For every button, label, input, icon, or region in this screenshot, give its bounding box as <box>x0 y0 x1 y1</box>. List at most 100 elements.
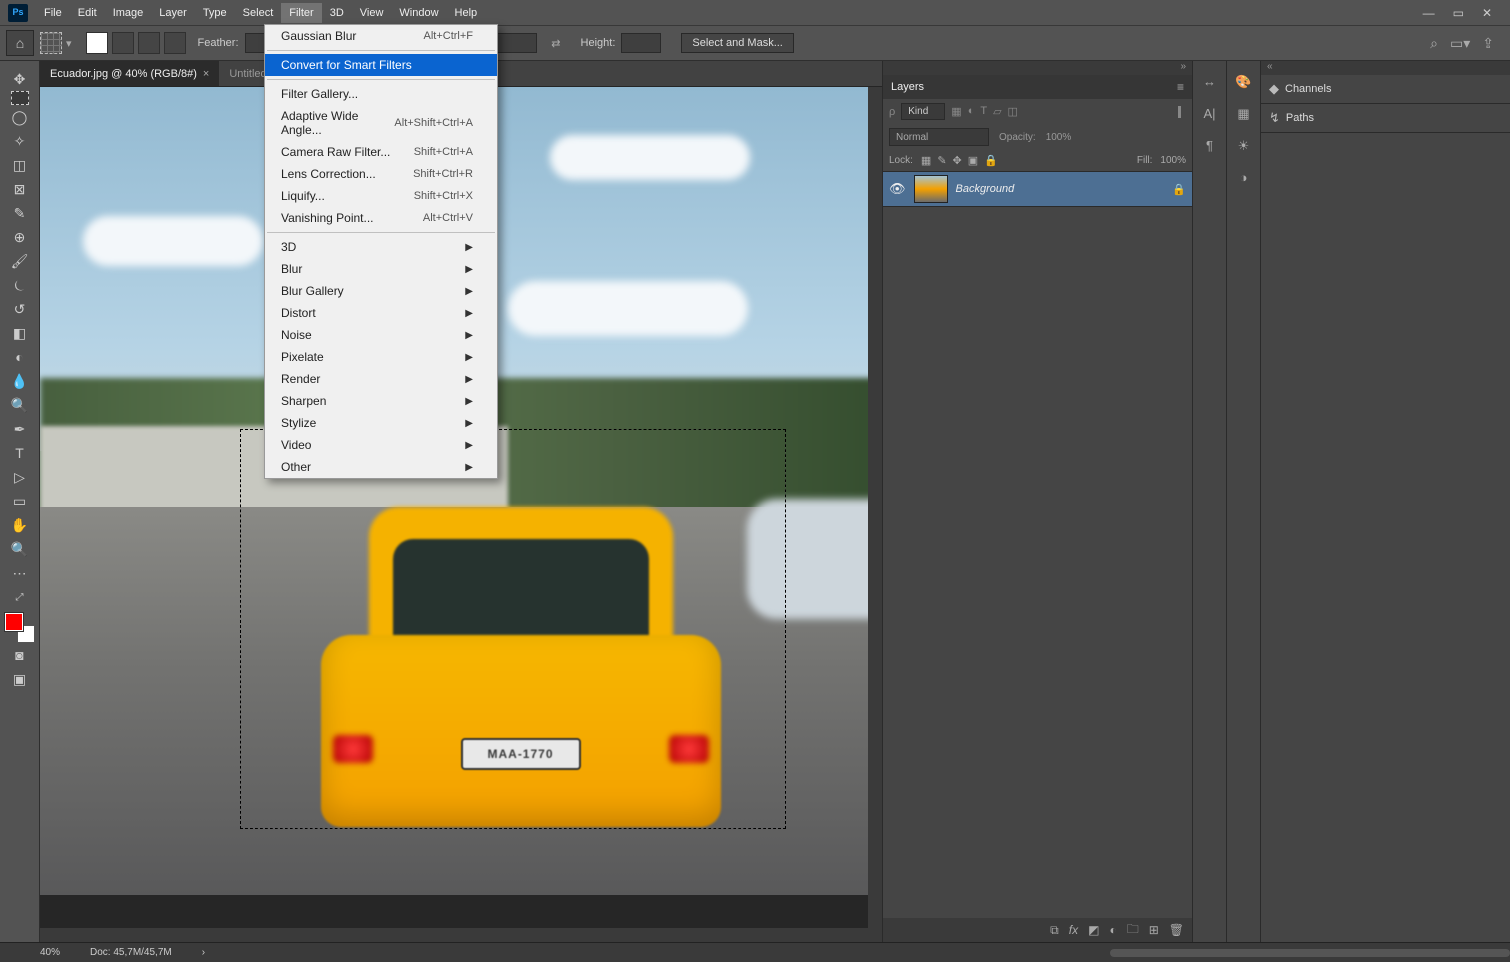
visibility-icon[interactable]: 👁 <box>889 181 906 197</box>
lock-position-icon[interactable]: ✥ <box>953 154 962 167</box>
menu-item-blur-gallery[interactable]: Blur Gallery▶ <box>265 280 497 302</box>
filter-shape-icon[interactable]: ▱ <box>993 105 1001 118</box>
selection-subtract-icon[interactable] <box>138 32 160 54</box>
magic-wand-tool[interactable]: ✧ <box>5 129 35 153</box>
menu-item-adaptive-wide-angle[interactable]: Adaptive Wide Angle...Alt+Shift+Ctrl+A <box>265 105 497 141</box>
selection-new-icon[interactable] <box>86 32 108 54</box>
mask-icon[interactable]: ◩ <box>1088 923 1099 937</box>
close-tab-icon[interactable]: × <box>203 68 209 80</box>
lock-icon[interactable]: 🔒 <box>984 154 998 167</box>
lock-pixels-icon[interactable]: ✎ <box>937 154 946 167</box>
selection-add-icon[interactable] <box>112 32 134 54</box>
menu-window[interactable]: Window <box>391 3 446 23</box>
pen-tool[interactable]: ✒ <box>5 417 35 441</box>
screenmode-tool[interactable]: ▣ <box>5 667 35 691</box>
zoom-level[interactable]: 40% <box>40 947 60 958</box>
fx-icon[interactable]: fx <box>1069 923 1078 937</box>
menu-file[interactable]: File <box>36 3 70 23</box>
swap-colors-icon[interactable]: ⤢ <box>5 585 35 609</box>
status-arrow-icon[interactable]: › <box>202 947 205 958</box>
filter-kind-select[interactable]: Kind <box>901 103 945 120</box>
maximize-button[interactable]: ▭ <box>1453 6 1464 20</box>
history-brush-tool[interactable]: ↺ <box>5 297 35 321</box>
gradient-tool[interactable]: ◐ <box>5 345 35 369</box>
more-tools[interactable]: ⋯ <box>5 561 35 585</box>
channels-tab[interactable]: ◆ Channels <box>1261 75 1510 103</box>
group-icon[interactable]: 🗀 <box>1127 920 1139 941</box>
menu-item-stylize[interactable]: Stylize▶ <box>265 412 497 434</box>
swatches-icon[interactable]: ▦ <box>1233 103 1255 125</box>
dropdown-caret-icon[interactable]: ▾ <box>66 37 72 50</box>
menu-item-distort[interactable]: Distort▶ <box>265 302 497 324</box>
swap-icon[interactable]: ⇄ <box>551 37 560 50</box>
menu-3d[interactable]: 3D <box>322 3 352 23</box>
color-icon[interactable]: 🎨 <box>1233 71 1255 93</box>
character-icon[interactable]: A| <box>1199 103 1221 125</box>
properties-icon[interactable]: ↔ <box>1199 71 1221 93</box>
menu-item-video[interactable]: Video▶ <box>265 434 497 456</box>
foreground-color[interactable] <box>5 613 23 631</box>
select-and-mask-button[interactable]: Select and Mask... <box>681 33 794 53</box>
minimize-button[interactable]: — <box>1423 6 1435 20</box>
height-input[interactable] <box>621 33 661 53</box>
filter-smart-icon[interactable]: ◫ <box>1008 105 1018 118</box>
eyedropper-tool[interactable]: ✎ <box>5 201 35 225</box>
adjustment-icon[interactable]: ◐ <box>1109 923 1116 937</box>
marquee-rect-icon[interactable] <box>40 32 62 54</box>
menu-item-blur[interactable]: Blur▶ <box>265 258 497 280</box>
workspace-icon[interactable]: ▭▾ <box>1450 35 1470 52</box>
menu-item-camera-raw-filter[interactable]: Camera Raw Filter...Shift+Ctrl+A <box>265 141 497 163</box>
tab-active[interactable]: Ecuador.jpg @ 40% (RGB/8#) × <box>40 61 219 86</box>
menu-item-sharpen[interactable]: Sharpen▶ <box>265 390 497 412</box>
healing-tool[interactable]: ⊕ <box>5 225 35 249</box>
crop-tool[interactable]: ◫ <box>5 153 35 177</box>
menu-filter[interactable]: Filter <box>281 3 321 23</box>
menu-image[interactable]: Image <box>105 3 152 23</box>
close-button[interactable]: ✕ <box>1482 6 1492 20</box>
menu-select[interactable]: Select <box>235 3 282 23</box>
lasso-tool[interactable]: ◯ <box>5 105 35 129</box>
zoom-tool[interactable]: 🔍 <box>5 537 35 561</box>
layer-row-background[interactable]: 👁 Background 🔒 <box>883 171 1192 207</box>
menu-item-noise[interactable]: Noise▶ <box>265 324 497 346</box>
selection-intersect-icon[interactable] <box>164 32 186 54</box>
blur-tool[interactable]: 💧 <box>5 369 35 393</box>
shape-tool[interactable]: ▭ <box>5 489 35 513</box>
adjustments-icon[interactable]: ☀ <box>1233 135 1255 157</box>
menu-item-lens-correction[interactable]: Lens Correction...Shift+Ctrl+R <box>265 163 497 185</box>
status-scroll[interactable] <box>1110 949 1510 957</box>
menu-item-3d[interactable]: 3D▶ <box>265 236 497 258</box>
fill-value[interactable]: 100% <box>1160 155 1186 166</box>
share-icon[interactable]: ⇪ <box>1482 35 1494 52</box>
blend-mode-select[interactable]: Normal <box>889 128 989 146</box>
menu-item-filter-gallery[interactable]: Filter Gallery... <box>265 83 497 105</box>
filter-pixel-icon[interactable]: ▦ <box>951 105 961 118</box>
layer-lock-icon[interactable]: 🔒 <box>1172 183 1186 196</box>
layer-thumbnail[interactable] <box>914 175 948 203</box>
filter-type-icon[interactable]: T <box>980 105 987 118</box>
marquee-tool[interactable] <box>11 91 29 105</box>
quickmask-tool[interactable]: ◙ <box>5 643 35 667</box>
panel-menu-icon[interactable]: ≡ <box>1177 80 1184 94</box>
move-tool[interactable]: ✥ <box>5 67 35 91</box>
opacity-value[interactable]: 100% <box>1046 132 1072 143</box>
frame-tool[interactable]: ⊠ <box>5 177 35 201</box>
new-layer-icon[interactable]: ⊞ <box>1149 923 1159 937</box>
lock-all-icon[interactable]: ▦ <box>921 154 931 167</box>
lock-artboard-icon[interactable]: ▣ <box>968 154 978 167</box>
panel-collapse-button[interactable]: » <box>883 61 1192 75</box>
eraser-tool[interactable]: ◧ <box>5 321 35 345</box>
filter-toggle[interactable] <box>1178 106 1186 118</box>
search-icon[interactable]: ⌕ <box>1430 35 1438 52</box>
dodge-tool[interactable]: 🔍 <box>5 393 35 417</box>
home-button[interactable]: ⌂ <box>6 30 34 56</box>
paragraph-icon[interactable]: ¶ <box>1199 135 1221 157</box>
menu-item-vanishing-point[interactable]: Vanishing Point...Alt+Ctrl+V <box>265 207 497 229</box>
scrollbar-horizontal[interactable] <box>40 928 882 942</box>
layers-panel-header[interactable]: Layers ≡ <box>883 75 1192 99</box>
brush-tool[interactable]: 🖌 <box>5 249 35 273</box>
delete-layer-icon[interactable]: 🗑 <box>1169 923 1184 937</box>
paths-tab[interactable]: ↯ Paths <box>1261 104 1510 132</box>
panel-collapse-button[interactable]: « <box>1261 61 1510 75</box>
menu-item-render[interactable]: Render▶ <box>265 368 497 390</box>
